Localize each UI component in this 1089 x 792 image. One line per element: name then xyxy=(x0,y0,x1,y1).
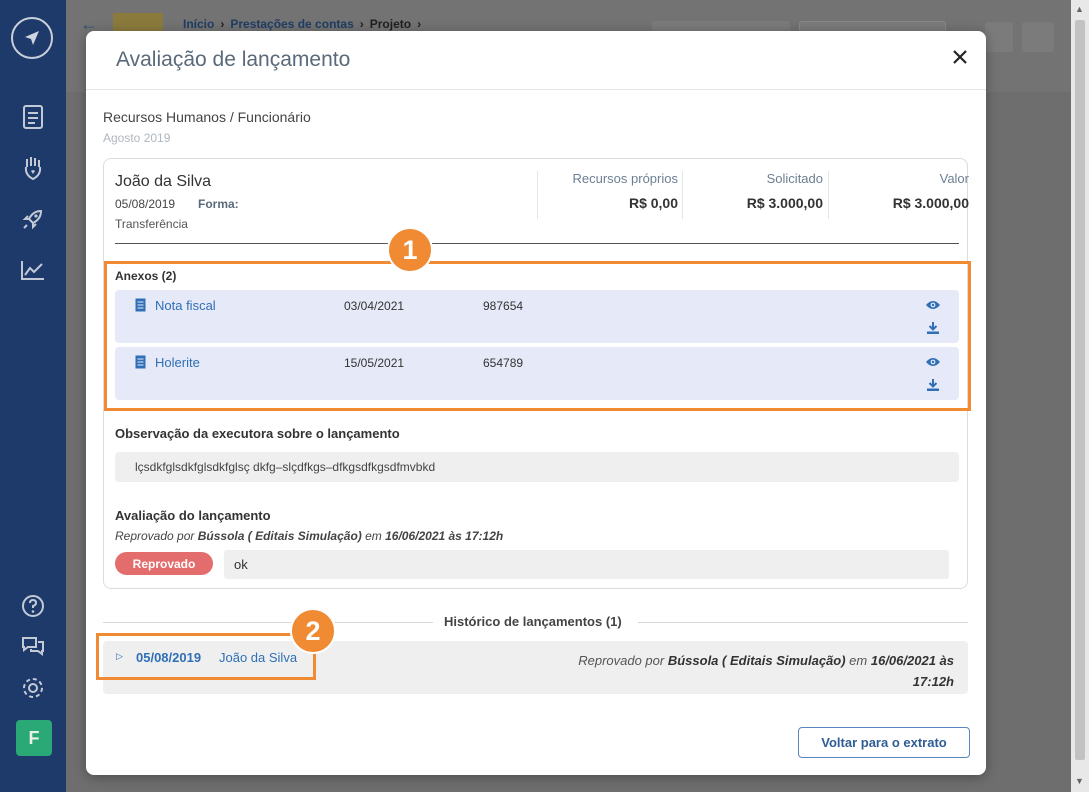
column-label: Recursos próprios xyxy=(572,171,679,186)
breadcrumb: Início › Prestações de contas › Projeto … xyxy=(183,17,421,31)
history-status-datetime: 16/06/2021 às 17:12h xyxy=(870,653,954,689)
divider xyxy=(103,622,433,623)
sidebar: F xyxy=(0,0,66,792)
history-status-author: Bússola ( Editais Simulação) xyxy=(667,653,846,668)
column-value: R$ 3.000,00 xyxy=(746,195,823,211)
observation-text: lçsdkfglsdkfglsdkfglsç dkfg–slçdfkgs–dfk… xyxy=(115,452,959,482)
callout-box-2 xyxy=(96,633,316,680)
scroll-up-icon[interactable]: ▲ xyxy=(1075,4,1084,14)
modal-header: Avaliação de lançamento xyxy=(86,31,986,90)
status-badge: Reprovado xyxy=(115,552,213,575)
history-status: Reprovado por Bússola ( Editais Simulaçã… xyxy=(554,650,954,692)
chat-icon[interactable] xyxy=(17,630,49,662)
evaluation-datetime: 16/06/2021 às 17:12h xyxy=(385,529,504,543)
evaluation-prefix: Reprovado por xyxy=(115,529,198,543)
block-icon[interactable] xyxy=(1022,22,1054,52)
breadcrumb-item-inicio[interactable]: Início xyxy=(183,17,214,31)
column-recursos-proprios: Recursos próprios R$ 0,00 xyxy=(537,171,678,219)
rocket-icon[interactable] xyxy=(17,203,49,235)
scrollbar[interactable]: ▲ ▼ xyxy=(1071,0,1089,792)
forma-value: Transferência xyxy=(115,217,188,231)
help-icon[interactable] xyxy=(17,590,49,622)
hand-heart-icon[interactable] xyxy=(17,152,49,184)
evaluation-info: Reprovado por Bússola ( Editais Simulaçã… xyxy=(115,529,503,543)
compass-logo-icon[interactable] xyxy=(11,17,53,59)
entry-date: 05/08/2019 xyxy=(115,197,176,211)
evaluation-title: Avaliação do lançamento xyxy=(115,508,271,523)
forma-label: Forma: xyxy=(198,197,239,211)
column-value: R$ 3.000,00 xyxy=(892,195,969,211)
callout-number-2: 2 xyxy=(290,608,336,654)
history-status-mid: em xyxy=(845,653,871,668)
callout-box-1 xyxy=(104,261,971,411)
breadcrumb-separator: › xyxy=(417,17,422,31)
scroll-down-icon[interactable]: ▼ xyxy=(1075,776,1084,786)
breadcrumb-separator: › xyxy=(359,17,364,31)
column-label: Solicitado xyxy=(766,171,823,186)
document-icon[interactable] xyxy=(17,101,49,133)
settings-gear-icon[interactable] xyxy=(17,672,49,704)
divider xyxy=(638,622,968,623)
scrollbar-thumb[interactable] xyxy=(1075,20,1085,760)
history-title: Histórico de lançamentos (1) xyxy=(444,614,622,629)
breadcrumb-item-prestacoes[interactable]: Prestações de contas xyxy=(230,17,353,31)
column-solicitado: Solicitado R$ 3.000,00 xyxy=(682,171,823,219)
evaluation-author: Bússola ( Editais Simulação) xyxy=(197,529,362,543)
employee-name: João da Silva xyxy=(115,173,212,190)
approve-check-icon[interactable] xyxy=(985,22,1013,52)
user-avatar[interactable]: F xyxy=(16,720,52,756)
column-value: R$ 0,00 xyxy=(628,195,678,211)
category-title: Recursos Humanos / Funcionário xyxy=(103,109,311,125)
period-label: Agosto 2019 xyxy=(103,131,171,145)
evaluation-mid: em xyxy=(361,529,386,543)
column-label: Valor xyxy=(939,171,969,186)
breadcrumb-separator: › xyxy=(220,17,225,31)
column-valor: Valor R$ 3.000,00 xyxy=(828,171,969,219)
evaluation-comment: ok xyxy=(224,550,949,579)
divider xyxy=(115,243,959,244)
observation-title: Observação da executora sobre o lançamen… xyxy=(115,426,400,441)
back-to-statement-button[interactable]: Voltar para o extrato xyxy=(798,727,970,758)
modal-title: Avaliação de lançamento xyxy=(116,48,351,71)
chart-icon[interactable] xyxy=(17,254,49,286)
breadcrumb-item-projeto[interactable]: Projeto xyxy=(370,17,411,31)
callout-number-1: 1 xyxy=(387,227,433,273)
close-icon[interactable] xyxy=(948,45,972,69)
history-status-prefix: Reprovado por xyxy=(578,653,668,668)
